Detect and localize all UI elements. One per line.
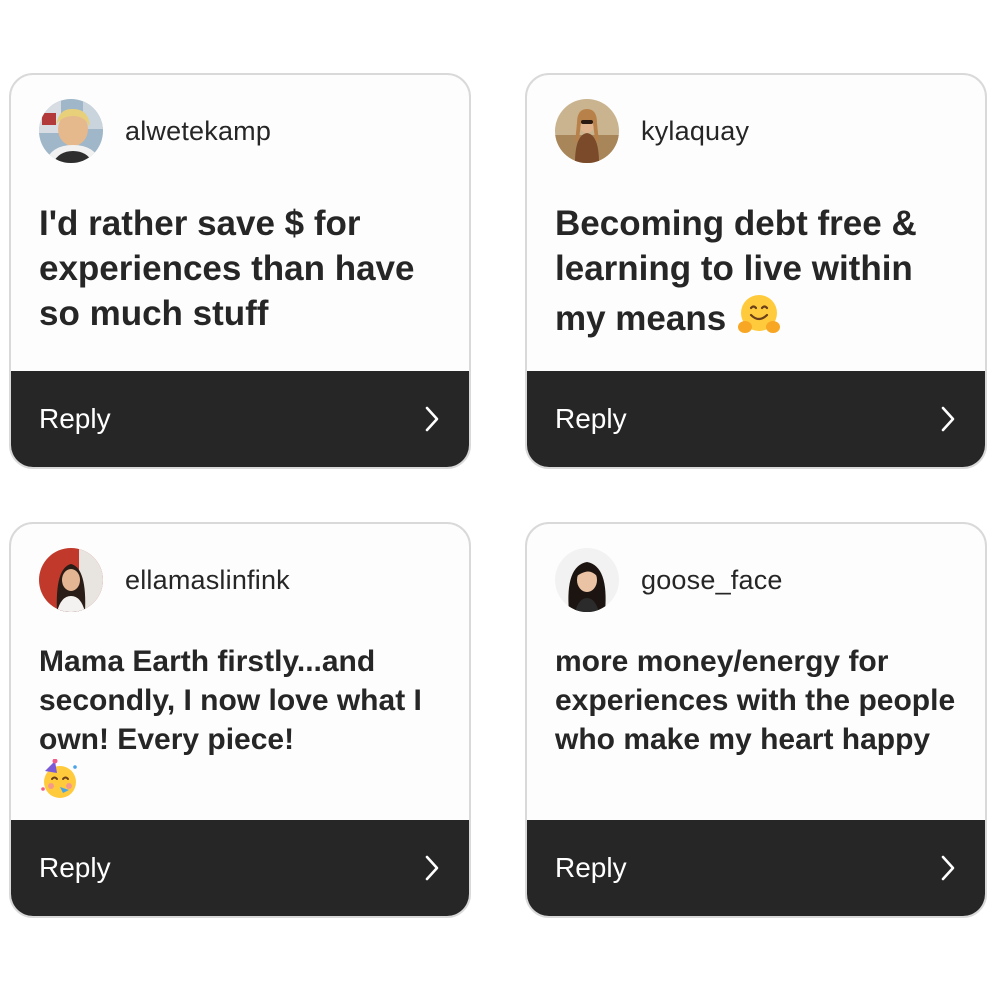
avatar[interactable] [39,548,103,612]
reply-text: more money/energy for experiences with t… [555,642,963,759]
reply-label: Reply [555,852,627,883]
card-header: goose_face [555,548,783,612]
avatar[interactable] [39,99,103,163]
reply-text-content: I'd rather save $ for experiences than h… [39,204,415,333]
chevron-right-icon [423,405,441,433]
chevron-right-icon [939,854,957,882]
reply-text-content: more money/energy for experiences with t… [555,645,956,756]
reply-label: Reply [39,403,111,434]
avatar-photo-icon [555,99,619,163]
chevron-right-icon [939,405,957,433]
card-header: kylaquay [555,99,749,163]
avatar[interactable] [555,548,619,612]
card-header: ellamaslinfink [39,548,290,612]
reply-button[interactable]: Reply [527,820,985,916]
username[interactable]: kylaquay [641,116,749,147]
username[interactable]: ellamaslinfink [125,565,290,596]
avatar-photo-icon [555,548,619,612]
reply-text-content: Mama Earth firstly...and secondly, I now… [39,645,422,756]
reply-label: Reply [39,852,111,883]
reply-card-alwetekamp: alwetekamp I'd rather save $ for experie… [9,73,471,469]
card-header: alwetekamp [39,99,271,163]
reply-text: I'd rather save $ for experiences than h… [39,201,447,336]
reply-card-ellamaslinfink: ellamaslinfink Mama Earth firstly...and … [9,522,471,918]
reply-label: Reply [555,403,627,434]
username[interactable]: goose_face [641,565,783,596]
username[interactable]: alwetekamp [125,116,271,147]
hugging-face-emoji-icon [736,291,782,348]
chevron-right-icon [423,854,441,882]
avatar[interactable] [555,99,619,163]
reply-text: Becoming debt free & learning to live wi… [555,201,963,348]
reply-button[interactable]: Reply [11,820,469,916]
reply-card-kylaquay: kylaquay Becoming debt free & learning t… [525,73,987,469]
reply-button[interactable]: Reply [11,371,469,467]
reply-card-goose-face: goose_face more money/energy for experie… [525,522,987,918]
partying-face-emoji-icon [39,758,81,811]
reply-text: Mama Earth firstly...and secondly, I now… [39,642,447,811]
reply-button[interactable]: Reply [527,371,985,467]
avatar-photo-icon [39,548,103,612]
avatar-photo-icon [39,99,103,163]
